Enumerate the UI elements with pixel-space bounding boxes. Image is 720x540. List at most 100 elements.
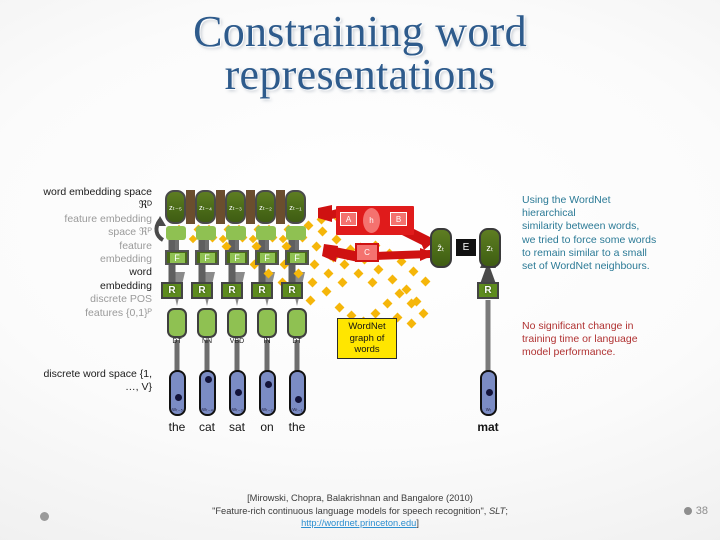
wordnet-box-line1: WordNet (348, 321, 386, 332)
pos-node[interactable] (197, 308, 217, 338)
z-node[interactable]: zₜ₋₃ (225, 190, 246, 224)
word-representation-label: R (258, 285, 266, 296)
z-node[interactable]: zₜ₋₂ (255, 190, 276, 224)
citation-line-3: http://wordnet.princeton.edu] (60, 517, 660, 530)
word-representation-box[interactable]: R (281, 282, 303, 299)
footer-citation: [Mirowski, Chopra, Balakrishnan and Bang… (60, 492, 660, 530)
word-node[interactable]: wₜ₋₅ (169, 370, 186, 416)
word-representation-box[interactable]: R (251, 282, 273, 299)
word-node[interactable]: wₜ₋₁ (289, 370, 306, 416)
z-node-label: zₜ₋₂ (259, 202, 272, 212)
feature-transform-box[interactable]: F (195, 250, 219, 265)
feature-transform-box[interactable]: F (225, 250, 249, 265)
z-node[interactable]: zₜ₋₁ (285, 190, 306, 224)
wordnet-link[interactable]: http://wordnet.princeton.edu (301, 518, 416, 528)
label-word-embedding-space: word embedding space (43, 186, 152, 198)
page-number-value: 38 (695, 505, 708, 517)
target-word-representation-box[interactable]: R (477, 282, 499, 299)
word-representation-label: R (168, 285, 176, 296)
z-node-label: zₜ₋₅ (169, 202, 182, 212)
feature-transform-label: F (169, 252, 185, 263)
z-separator-bar (246, 190, 255, 224)
word-representation-label: R (228, 285, 236, 296)
pos-tag-label: IN (263, 338, 271, 345)
citation-bracket-close: ] (416, 518, 419, 529)
pos-node[interactable] (227, 308, 247, 338)
label-discrete-pos-features: features {0,1}ᴾ (85, 306, 152, 319)
title-line-1: Constraining word (193, 7, 527, 56)
page-number: 38 (683, 505, 708, 517)
citation-venue: SLT (488, 505, 506, 516)
label-word-embedding-space-dim: ℜᴰ (138, 199, 152, 212)
word-node-label: wₜ₋₄ (202, 407, 213, 413)
z-merge-pad (196, 226, 216, 240)
hidden-state-label: h (369, 216, 374, 225)
word-representation-label: R (288, 285, 296, 296)
word-node-dot (205, 376, 212, 383)
note-blue-line: similarity between words, (522, 220, 640, 233)
word-representation-box[interactable]: R (191, 282, 213, 299)
target-word-node[interactable]: wₜ (480, 370, 497, 416)
matrix-b-label: B (395, 214, 402, 224)
note-blue-line: Using the WordNet (522, 194, 611, 206)
word-node[interactable]: wₜ₋₂ (259, 370, 276, 416)
label-discrete-pos: discrete POS (90, 293, 152, 306)
feature-transform-box[interactable]: F (285, 250, 309, 265)
pos-node[interactable] (167, 308, 187, 338)
z-merge-pad (226, 226, 246, 240)
matrix-c-box[interactable]: C (355, 243, 379, 262)
label-word-embedding: embedding (100, 279, 152, 292)
target-word: mat (477, 420, 499, 434)
hidden-state-node[interactable]: h (363, 208, 380, 233)
word-node-label: wₜ₋₁ (292, 407, 303, 413)
decorative-dot-left (40, 508, 49, 526)
word-node-dot (235, 389, 242, 396)
wordnet-graph-box[interactable]: WordNet graph of words (337, 318, 397, 359)
context-word: the (288, 420, 306, 434)
word-node-label: wₜ₋₅ (172, 407, 183, 413)
feature-transform-box[interactable]: F (255, 250, 279, 265)
pos-node[interactable] (287, 308, 307, 338)
citation-title: "Feature-rich continuous language models… (212, 505, 489, 516)
word-node[interactable]: wₜ₋₃ (229, 370, 246, 416)
z-separator-bar (186, 190, 195, 224)
label-feature-embedding-space: space ℜᴾ (108, 226, 152, 239)
wordnet-box-line3: words (354, 344, 380, 355)
target-word-node-dot (486, 389, 493, 396)
word-representation-label: R (198, 285, 206, 296)
z-hat-label: ẑₜ (437, 242, 445, 253)
label-discrete-word-space: discrete word space {1, …, V} (0, 368, 152, 394)
z-node[interactable]: zₜ₋₄ (195, 190, 216, 224)
z-node[interactable]: zₜ₋₅ (165, 190, 186, 224)
note-no-significant-change: No significant change in training time o… (522, 320, 712, 360)
matrix-a-box[interactable]: A (340, 212, 357, 226)
pos-tag-label: VBD (229, 338, 245, 345)
label-feature-embedding: feature embedding (64, 212, 152, 225)
z-separator-bar (216, 190, 225, 224)
page-title: Constraining word representations (60, 7, 660, 100)
word-representation-box[interactable]: R (161, 282, 183, 299)
z-t-label: zₜ (486, 242, 494, 253)
z-hat-node[interactable]: ẑₜ (430, 228, 452, 268)
embedding-matrix-box[interactable]: E (456, 239, 476, 256)
discrete-word-space-line1: discrete word space {1, (43, 368, 152, 380)
left-label-column: word embedding space ℜᴰ feature embeddin… (0, 186, 152, 320)
word-representation-box[interactable]: R (221, 282, 243, 299)
note-red-line: training time or language (522, 333, 638, 346)
note-red-line: model performance. (522, 346, 616, 359)
z-t-node[interactable]: zₜ (479, 228, 501, 268)
pos-node[interactable] (257, 308, 277, 338)
matrix-a-label: A (345, 214, 352, 224)
note-blue-line: set of WordNet neighbours. (522, 260, 650, 273)
note-blue-line: hierarchical (522, 207, 576, 220)
title-line-2: representations (224, 50, 496, 100)
label-embedding: embedding (100, 253, 152, 266)
word-node[interactable]: wₜ₋₄ (199, 370, 216, 416)
feature-transform-box[interactable]: F (165, 250, 189, 265)
citation-line-1: [Mirowski, Chopra, Balakrishnan and Bang… (247, 493, 473, 503)
matrix-b-box[interactable]: B (390, 212, 407, 226)
discrete-word-space-line2: …, V} (125, 381, 152, 393)
note-red-line: No significant change in (522, 320, 634, 332)
note-wordnet-similarity: Using the WordNet hierarchical similarit… (522, 194, 712, 273)
word-node-dot (295, 396, 302, 403)
